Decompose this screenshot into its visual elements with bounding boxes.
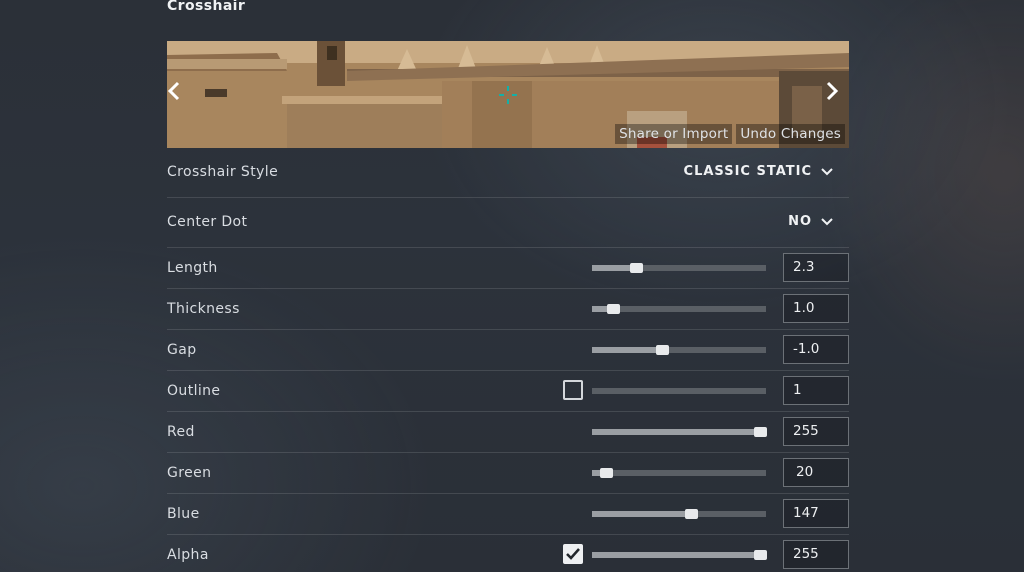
red-slider[interactable] bbox=[592, 427, 767, 437]
outline-row: Outline 1 bbox=[167, 371, 849, 412]
center-dot-dropdown[interactable]: NO bbox=[788, 214, 833, 229]
section-title: Crosshair bbox=[167, 0, 246, 14]
green-input[interactable]: 20 bbox=[783, 458, 849, 487]
slider-fill bbox=[592, 511, 692, 517]
crosshair-icon bbox=[499, 86, 517, 104]
alpha-slider[interactable] bbox=[592, 550, 767, 560]
red-row: Red 255 bbox=[167, 412, 849, 453]
slider-thumb[interactable] bbox=[629, 263, 643, 273]
prev-map-button[interactable] bbox=[167, 81, 191, 109]
red-label: Red bbox=[167, 424, 195, 440]
slider-fill bbox=[592, 552, 766, 558]
slider-fill bbox=[592, 429, 766, 435]
blue-label: Blue bbox=[167, 506, 200, 522]
green-row: Green 20 bbox=[167, 453, 849, 494]
slider-fill bbox=[592, 347, 662, 353]
thickness-slider[interactable] bbox=[592, 304, 766, 314]
gap-slider[interactable] bbox=[592, 345, 766, 355]
crosshair-style-value: CLASSIC STATIC bbox=[683, 164, 812, 179]
thickness-label: Thickness bbox=[167, 301, 240, 317]
thickness-row: Thickness 1.0 bbox=[167, 289, 849, 330]
alpha-row: Alpha 255 bbox=[167, 535, 849, 572]
center-dot-row: Center Dot NO bbox=[167, 198, 849, 248]
chevron-down-icon bbox=[821, 167, 833, 175]
outline-input[interactable]: 1 bbox=[783, 376, 849, 405]
next-map-button[interactable] bbox=[825, 81, 849, 109]
slider-thumb[interactable] bbox=[754, 427, 767, 437]
length-input[interactable]: 2.3 bbox=[783, 253, 849, 282]
alpha-input[interactable]: 255 bbox=[783, 540, 849, 569]
crosshair-style-row: Crosshair Style CLASSIC STATIC bbox=[167, 148, 849, 198]
thickness-input[interactable]: 1.0 bbox=[783, 294, 849, 323]
outline-slider[interactable] bbox=[592, 388, 766, 394]
length-slider[interactable] bbox=[592, 263, 766, 273]
green-label: Green bbox=[167, 465, 212, 481]
crosshair-preview: Share or Import Undo Changes bbox=[167, 41, 849, 148]
length-label: Length bbox=[167, 260, 218, 276]
chevron-right-icon bbox=[826, 81, 839, 101]
outline-checkbox[interactable] bbox=[563, 380, 583, 400]
green-slider[interactable] bbox=[592, 468, 766, 478]
share-import-button[interactable]: Share or Import bbox=[615, 124, 733, 144]
chevron-left-icon bbox=[167, 81, 180, 101]
slider-thumb[interactable] bbox=[685, 509, 699, 519]
center-dot-label: Center Dot bbox=[167, 214, 248, 230]
outline-label: Outline bbox=[167, 383, 221, 399]
slider-fill bbox=[592, 265, 636, 271]
checkmark-icon bbox=[566, 548, 580, 560]
slider-thumb[interactable] bbox=[599, 468, 613, 478]
crosshair-style-dropdown[interactable]: CLASSIC STATIC bbox=[684, 164, 833, 179]
blue-slider[interactable] bbox=[592, 509, 766, 519]
slider-thumb[interactable] bbox=[606, 304, 620, 314]
gap-label: Gap bbox=[167, 342, 197, 358]
red-input[interactable]: 255 bbox=[783, 417, 849, 446]
blue-input[interactable]: 147 bbox=[783, 499, 849, 528]
alpha-label: Alpha bbox=[167, 547, 209, 563]
length-row: Length 2.3 bbox=[167, 248, 849, 289]
chevron-down-icon bbox=[821, 217, 833, 225]
crosshair-style-label: Crosshair Style bbox=[167, 164, 279, 180]
slider-thumb[interactable] bbox=[754, 550, 767, 560]
gap-row: Gap -1.0 bbox=[167, 330, 849, 371]
gap-input[interactable]: -1.0 bbox=[783, 335, 849, 364]
alpha-checkbox[interactable] bbox=[563, 544, 583, 564]
slider-thumb[interactable] bbox=[655, 345, 669, 355]
center-dot-value: NO bbox=[788, 214, 812, 229]
undo-changes-button[interactable]: Undo Changes bbox=[736, 124, 845, 144]
blue-row: Blue 147 bbox=[167, 494, 849, 535]
